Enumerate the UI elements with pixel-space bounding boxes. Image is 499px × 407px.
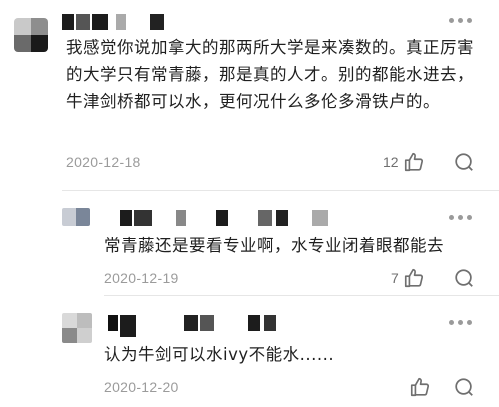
thumbs-up-icon: [410, 377, 430, 397]
comment-date: 2020-12-18: [66, 154, 141, 170]
divider: [104, 295, 499, 296]
more-dots-icon[interactable]: [449, 214, 475, 222]
thumbs-up-icon: [404, 268, 423, 288]
like-count: 7: [391, 270, 399, 286]
comment-text: 认为牛剑可以水ivy不能水......: [104, 345, 335, 364]
like-button[interactable]: [405, 376, 431, 398]
more-dots-icon[interactable]: [449, 17, 475, 25]
comment-bubble-icon[interactable]: [453, 267, 475, 289]
comment-item: 认为牛剑可以水ivy不能水...... 2020-12-20: [0, 297, 499, 407]
username[interactable]: [120, 210, 340, 226]
comment-text: 常青藤还是要看专业啊，水专业闭着眼都能去: [104, 236, 444, 255]
comment-text: 我感觉你说加拿大的那两所大学是来凑数的。真正厉害的大学只有常青藤，那是真的人才。…: [66, 38, 474, 111]
comment-bubble-icon[interactable]: [453, 376, 475, 398]
avatar[interactable]: [62, 313, 92, 343]
username[interactable]: [108, 315, 308, 337]
comment-item: 我感觉你说加拿大的那两所大学是来凑数的。真正厉害的大学只有常青藤，那是真的人才。…: [0, 0, 499, 192]
username[interactable]: [62, 14, 172, 30]
comment-date: 2020-12-20: [104, 379, 179, 395]
thumbs-up-icon: [404, 152, 423, 172]
comment-item: 常青藤还是要看专业啊，水专业闭着眼都能去 2020-12-19 7: [0, 192, 499, 297]
avatar[interactable]: [62, 208, 90, 226]
more-dots-icon[interactable]: [449, 319, 475, 327]
comment-date: 2020-12-19: [104, 270, 179, 286]
like-button[interactable]: 7: [391, 267, 425, 289]
like-button[interactable]: 12: [383, 151, 425, 173]
avatar[interactable]: [14, 18, 48, 52]
divider: [62, 190, 499, 191]
like-count: 12: [383, 154, 399, 170]
comment-bubble-icon[interactable]: [453, 151, 475, 173]
